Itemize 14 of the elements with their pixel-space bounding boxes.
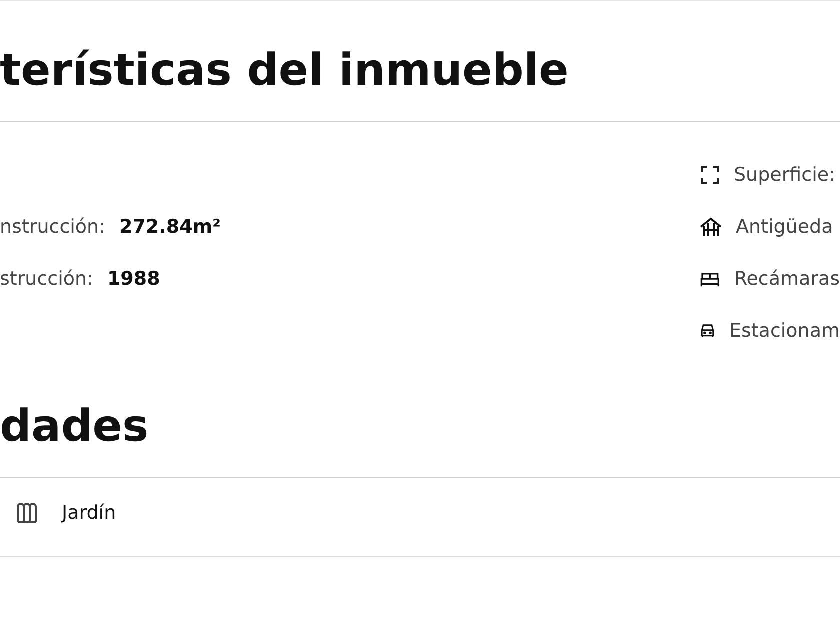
expand-icon — [700, 165, 720, 185]
section-heading: dades — [0, 357, 840, 478]
house-icon — [700, 217, 722, 237]
bed-icon — [700, 270, 720, 288]
feature-label: strucción: — [0, 268, 94, 290]
feature-label: nstrucción: — [0, 216, 106, 238]
feature-value: 1988 — [107, 268, 160, 290]
section-heading: terísticas del inmueble — [0, 1, 840, 122]
feature-label: Antigüeda — [736, 216, 834, 238]
amenity-label: Jardín — [62, 502, 116, 524]
feature-label: Estacionam — [729, 320, 840, 342]
feature-value: 272.84m² — [119, 216, 221, 238]
feature-label: Superficie: — [734, 164, 836, 186]
feature-label: Recámaras — [734, 268, 840, 290]
